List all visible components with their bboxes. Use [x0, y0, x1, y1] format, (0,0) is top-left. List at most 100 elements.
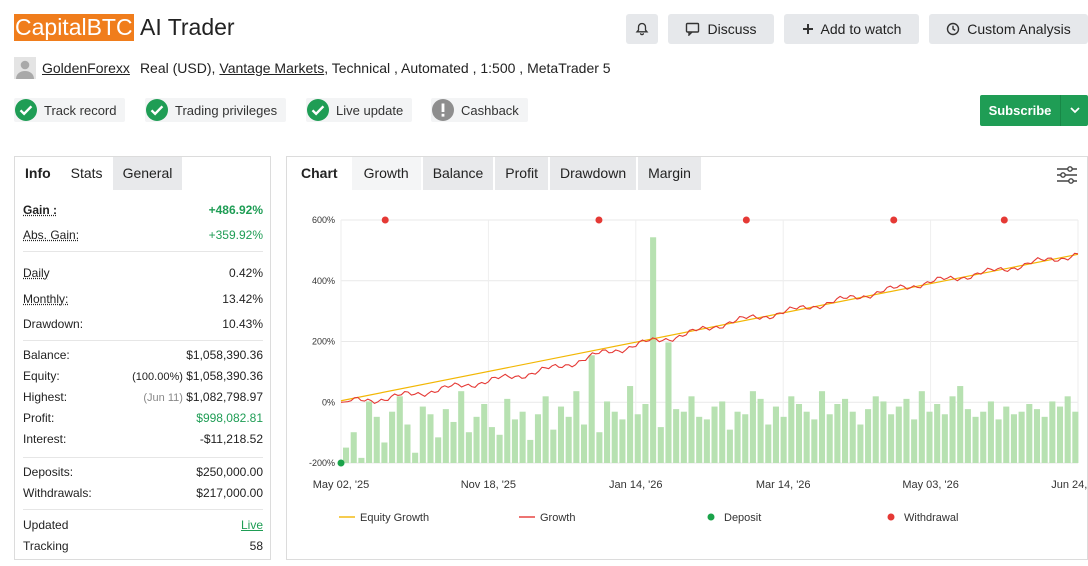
- divider: [23, 509, 263, 510]
- tab-margin[interactable]: Margin: [638, 157, 701, 190]
- bar: [511, 419, 518, 463]
- bar: [865, 409, 872, 463]
- bar: [573, 391, 580, 463]
- bar: [366, 401, 373, 463]
- bar: [519, 411, 526, 463]
- stat-tracking: Tracking 58: [23, 536, 263, 556]
- stat-label[interactable]: Gain :: [23, 203, 57, 217]
- notify-button[interactable]: [626, 14, 658, 44]
- tab-balance[interactable]: Balance: [422, 157, 494, 190]
- stat-label: Balance:: [23, 348, 70, 362]
- live-update-badge[interactable]: Live update: [306, 98, 413, 122]
- growth-chart[interactable]: 600% 400% 200% 0% -200% May 02, '25 Nov 18, '2…: [287, 197, 1087, 559]
- bar: [680, 411, 687, 463]
- bar: [911, 419, 918, 463]
- withdrawal-marker: [381, 216, 389, 224]
- stat-label[interactable]: Monthly:: [23, 292, 68, 306]
- tab-profit[interactable]: Profit: [495, 157, 548, 190]
- stat-label: Deposits:: [23, 465, 74, 479]
- legend-swatch: [707, 513, 715, 521]
- bar: [788, 396, 795, 463]
- live-link[interactable]: Live: [241, 518, 263, 532]
- tab-general[interactable]: General: [112, 157, 183, 190]
- bar: [588, 355, 595, 463]
- bar: [772, 406, 779, 463]
- tab-info[interactable]: Info: [15, 157, 61, 190]
- exclamation-circle-icon: [432, 99, 454, 121]
- subscribe-button[interactable]: Subscribe: [980, 95, 1088, 126]
- bar: [757, 398, 764, 463]
- stat-value: $1,058,390.36: [186, 369, 263, 383]
- bar: [957, 386, 964, 463]
- broker-link[interactable]: Vantage Markets: [219, 60, 324, 76]
- stat-value: 10.43%: [222, 317, 263, 331]
- tab-chart[interactable]: Chart: [287, 157, 352, 190]
- divider: [23, 457, 263, 458]
- bar: [1010, 414, 1017, 463]
- legend-label: Withdrawal: [904, 512, 958, 524]
- tab-drawdown[interactable]: Drawdown: [549, 157, 637, 190]
- tab-stats[interactable]: Stats: [60, 157, 113, 190]
- bar: [596, 432, 603, 463]
- stat-value: $217,000.00: [196, 486, 263, 500]
- account-details: , Technical , Automated , 1:500 , MetaTr…: [324, 60, 611, 76]
- bar: [642, 404, 649, 463]
- stat-updated: Updated Live: [23, 515, 263, 535]
- bar: [941, 414, 948, 463]
- add-to-watch-button[interactable]: Add to watch: [784, 14, 919, 44]
- stat-label: Interest:: [23, 432, 67, 446]
- trading-privileges-badge[interactable]: Trading privileges: [145, 98, 287, 122]
- y-tick-label: 200%: [312, 337, 335, 347]
- stat-deposits: Deposits: $250,000.00: [23, 462, 263, 482]
- bar: [550, 429, 557, 463]
- bar: [419, 406, 426, 463]
- x-tick-label: Jun 24, '26: [1051, 479, 1087, 491]
- y-tick-label: 400%: [312, 276, 335, 286]
- bar: [795, 404, 803, 463]
- tab-growth[interactable]: Growth: [351, 157, 421, 190]
- x-tick-label: Jan 14, '26: [609, 479, 662, 491]
- stat-value: -$11,218.52: [199, 432, 263, 446]
- bar: [350, 432, 357, 463]
- track-record-badge[interactable]: Track record: [14, 98, 126, 122]
- bar: [557, 406, 565, 463]
- stat-label[interactable]: Abs. Gain:: [23, 228, 79, 242]
- stat-withdrawals: Withdrawals: $217,000.00: [23, 483, 263, 503]
- bar: [473, 416, 480, 463]
- bar: [734, 411, 741, 463]
- equity-growth-line: [340, 253, 1079, 402]
- chat-icon: [686, 22, 700, 36]
- stat-label: Tracking: [23, 539, 69, 553]
- chart-settings-button[interactable]: [1056, 165, 1078, 190]
- custom-analysis-button[interactable]: Custom Analysis: [929, 14, 1088, 44]
- account-meta: GoldenForexx Real (USD), Vantage Markets…: [14, 57, 611, 79]
- check-circle-icon: [307, 99, 329, 121]
- subscribe-dropdown[interactable]: [1061, 107, 1088, 114]
- bar: [934, 404, 941, 463]
- withdrawal-marker: [595, 216, 603, 224]
- bar: [696, 416, 703, 463]
- strategy-name-brand: CapitalBTC: [14, 14, 134, 41]
- bar: [442, 409, 449, 463]
- stat-profit: Profit: $998,082.81: [23, 408, 263, 428]
- bar: [834, 404, 841, 463]
- user-icon: [16, 60, 34, 79]
- bar: [926, 411, 933, 463]
- discuss-label: Discuss: [707, 21, 757, 37]
- author-link[interactable]: GoldenForexx: [42, 60, 130, 76]
- stat-label[interactable]: Daily: [23, 266, 50, 280]
- bar: [1064, 396, 1071, 463]
- cashback-badge[interactable]: Cashback: [431, 98, 528, 122]
- avatar[interactable]: [14, 57, 36, 79]
- bar: [619, 419, 626, 463]
- bar: [381, 442, 388, 463]
- bar: [742, 414, 749, 463]
- bar: [373, 416, 380, 463]
- bar: [1026, 404, 1033, 463]
- bar: [780, 416, 787, 463]
- bar: [396, 396, 403, 463]
- discuss-button[interactable]: Discuss: [668, 14, 774, 44]
- bar: [534, 414, 542, 463]
- bar: [849, 411, 856, 463]
- bell-icon: [635, 22, 649, 36]
